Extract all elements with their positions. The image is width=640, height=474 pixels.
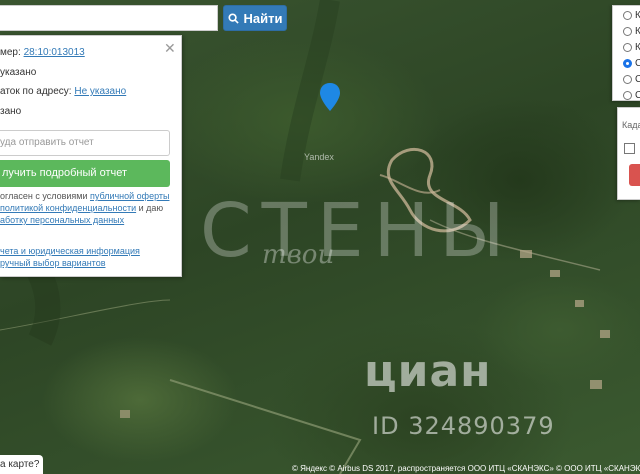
agree-line-3: аботку персональных данных: [0, 214, 124, 226]
watermark-cian-logo: циан: [364, 346, 492, 397]
map-pin-icon[interactable]: [319, 82, 341, 112]
privacy-link[interactable]: политикой конфиденциальности: [0, 203, 136, 213]
layer-option-label: С: [635, 74, 640, 85]
address-row: аток по адресу: Не указано: [0, 86, 126, 97]
info-link-row: чета и юридическая информация: [0, 245, 140, 257]
watermark-steny: СТЕНЫ: [200, 188, 515, 274]
layer-option[interactable]: К: [623, 26, 640, 37]
watermark-svoi: твои: [262, 240, 335, 270]
map-question-button[interactable]: а карте?: [0, 455, 43, 474]
radio-icon: [623, 27, 632, 36]
layer-option[interactable]: К: [623, 10, 640, 21]
cadastral-row: мер: 28:10:013013: [0, 47, 85, 58]
get-report-button[interactable]: лучить подробный отчет: [0, 160, 170, 187]
agree-text: огласен с условиями: [0, 191, 90, 201]
radio-icon: [623, 43, 632, 52]
cadastral-label: мер:: [0, 47, 21, 58]
layer-option-selected[interactable]: С: [623, 58, 640, 69]
checkbox[interactable]: [624, 143, 635, 154]
address-label: аток по адресу:: [0, 86, 72, 97]
search-input[interactable]: [0, 5, 218, 31]
layer-option[interactable]: С: [623, 90, 640, 101]
plot-info-panel: ✕ мер: 28:10:013013 указано аток по адре…: [0, 35, 182, 277]
yandex-label: Yandex: [304, 152, 334, 162]
email-input[interactable]: уда отправить отчет: [0, 130, 170, 156]
layer-option-label: К: [635, 26, 640, 37]
choice-link-row: ручный выбор вариантов: [0, 257, 105, 269]
manual-choice-link[interactable]: ручный выбор вариантов: [0, 258, 105, 268]
agree-suffix: и даю: [136, 203, 164, 213]
layer-option-label: С: [635, 90, 640, 101]
search-button-label: Найти: [243, 10, 283, 26]
status-text: указано: [0, 67, 37, 78]
radio-icon: [623, 91, 632, 100]
cadastral-input[interactable]: Када: [622, 120, 640, 130]
radio-icon: [623, 75, 632, 84]
agree-line-1: огласен с условиями публичной оферты: [0, 190, 170, 202]
layer-option-label: К: [635, 42, 640, 53]
layer-option[interactable]: С: [623, 74, 640, 85]
cadastral-number-link[interactable]: 28:10:013013: [24, 47, 85, 58]
layer-selector-panel: К К К С С С: [612, 5, 640, 101]
legal-info-link[interactable]: чета и юридическая информация: [0, 246, 140, 256]
red-button[interactable]: [629, 164, 640, 186]
offer-link[interactable]: публичной оферты: [90, 191, 170, 201]
layer-option-label: С: [635, 58, 640, 69]
search-icon: [227, 12, 239, 24]
watermark-listing-id: ID 324890379: [372, 412, 555, 440]
search-button[interactable]: Найти: [223, 5, 287, 31]
radio-icon: [623, 11, 632, 20]
close-icon[interactable]: ✕: [164, 40, 176, 57]
radio-checked-icon: [623, 59, 632, 68]
personal-data-link[interactable]: аботку персональных данных: [0, 215, 124, 225]
map-copyright: © Яндекс © Airbus DS 2017, распространяе…: [292, 464, 640, 473]
layer-option[interactable]: К: [623, 42, 640, 53]
cadastral-search-panel: Када: [617, 107, 640, 200]
agree-line-2: политикой конфиденциальности и даю: [0, 202, 163, 214]
address-link[interactable]: Не указано: [74, 86, 126, 97]
category-text: зано: [0, 106, 22, 117]
layer-option-label: К: [635, 10, 640, 21]
